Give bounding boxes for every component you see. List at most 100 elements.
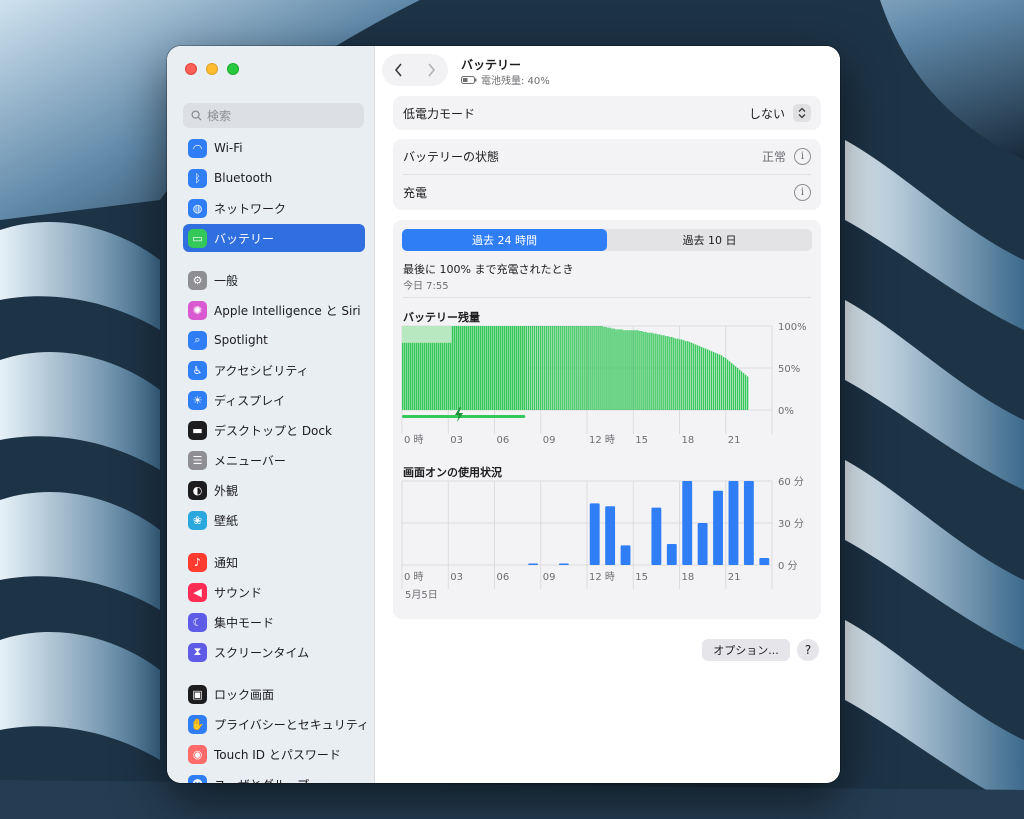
- sidebar-item-appearance[interactable]: ◐ 外観: [183, 476, 365, 504]
- battery-bar: [537, 326, 539, 410]
- appearance-icon: ◐: [188, 480, 207, 500]
- section-divider: [403, 297, 811, 298]
- battery-bar: [623, 330, 625, 410]
- x-tick-label: 09: [543, 435, 556, 446]
- last-charged-label: 最後に 100% まで充電されたとき: [403, 263, 574, 276]
- y-tick-label: 0%: [778, 406, 794, 417]
- sidebar-item-label: ロック画面: [214, 687, 275, 702]
- sidebar-item-label: Apple Intelligence と Siri: [214, 303, 361, 318]
- date-label: 5月5日: [405, 589, 438, 601]
- battery-bar: [505, 326, 508, 410]
- search-field[interactable]: 検索: [183, 103, 364, 128]
- low-power-value: しない: [748, 106, 785, 121]
- tab-last-10-days[interactable]: 過去 10 日: [607, 229, 812, 251]
- sidebar-item-globe[interactable]: ◍ ネットワーク: [183, 194, 365, 222]
- screen-usage-bar: [697, 523, 708, 565]
- battery-bar: [499, 326, 502, 410]
- sidebar-item-battery[interactable]: ▭ バッテリー: [183, 224, 365, 252]
- battery-bar: [621, 329, 623, 410]
- options-button[interactable]: オプション...: [702, 639, 790, 661]
- x-tick-label: 12 時: [589, 571, 615, 583]
- sidebar-item-accessibility[interactable]: ♿ アクセシビリティ: [183, 356, 365, 384]
- screen-on-usage-chart: 0 時 03 06 09 12 時 15 18 21 60 分 30 分 0 分 5月5日: [401, 476, 804, 601]
- back-button[interactable]: [382, 54, 415, 86]
- battery-bar: [724, 357, 727, 410]
- sidebar-item-speaker[interactable]: ◀ サウンド: [183, 578, 365, 606]
- battery-bar: [483, 326, 486, 410]
- sidebar-item-hand[interactable]: ✋ プライバシーとセキュリティ: [183, 710, 369, 738]
- sidebar-item-bluetooth[interactable]: ᛒ Bluetooth: [183, 164, 365, 192]
- x-tick-label: 15: [635, 572, 648, 583]
- battery-bar: [714, 352, 717, 410]
- sidebar-item-bell[interactable]: ♪ 通知: [183, 548, 365, 576]
- battery-bar: [531, 326, 533, 410]
- zoom-window-button[interactable]: [227, 63, 239, 75]
- battery-bar: [553, 326, 555, 410]
- battery-bar: [665, 336, 667, 410]
- battery-bar: [689, 341, 691, 410]
- forward-button[interactable]: [415, 54, 448, 86]
- battery-bar: [479, 326, 482, 410]
- siri-icon: ✺: [188, 300, 207, 320]
- battery-bar: [709, 350, 711, 410]
- battery-bar: [533, 326, 535, 410]
- charging-label: 充電: [403, 185, 428, 200]
- sidebar-item-dock[interactable]: ▬ デスクトップと Dock: [183, 416, 365, 444]
- y-tick-label: 60 分: [778, 476, 804, 488]
- bluetooth-icon: ᛒ: [188, 168, 207, 188]
- battery-bar: [493, 326, 496, 410]
- sidebar-item-lock[interactable]: ▣ ロック画面: [183, 680, 365, 708]
- battery-bar: [485, 326, 488, 410]
- battery-bar: [407, 342, 410, 410]
- x-tick-label: 09: [543, 572, 556, 583]
- x-tick-label: 21: [728, 572, 741, 583]
- battery-bar: [659, 334, 661, 410]
- battery-bar: [567, 326, 569, 410]
- battery-bar: [527, 326, 529, 410]
- sidebar-item-label: メニューバー: [214, 453, 286, 468]
- sidebar-item-sun[interactable]: ☀ ディスプレイ: [183, 386, 365, 414]
- battery-bar: [728, 361, 731, 410]
- sidebar-item-wifi[interactable]: ◠ Wi-Fi: [183, 134, 365, 162]
- sidebar-item-hourglass[interactable]: ⧗ スクリーンタイム: [183, 638, 365, 666]
- battery-bar: [403, 342, 406, 410]
- sidebar-item-wallpaper[interactable]: ❀ 壁紙: [183, 506, 365, 534]
- battery-bar: [677, 338, 679, 410]
- battery-bar: [651, 332, 653, 410]
- battery-bar: [497, 326, 500, 410]
- sidebar-item-magnifier[interactable]: ⌕ Spotlight: [183, 326, 365, 354]
- lock-icon: ▣: [188, 684, 207, 704]
- sidebar-item-label: 壁紙: [214, 513, 239, 528]
- low-power-popup[interactable]: しない: [749, 104, 811, 122]
- screen-usage-bar: [589, 503, 600, 565]
- help-button[interactable]: ?: [797, 639, 819, 661]
- battery-bar: [643, 331, 645, 410]
- sidebar-item-menubar[interactable]: ☰ メニューバー: [183, 446, 365, 474]
- chevron-right-icon: [428, 63, 436, 77]
- minimize-window-button[interactable]: [206, 63, 218, 75]
- battery-bar: [705, 348, 707, 410]
- battery-bar: [691, 342, 693, 410]
- battery-bar: [521, 326, 524, 410]
- battery-bar: [653, 333, 655, 410]
- hand-icon: ✋: [188, 714, 207, 734]
- battery-bar: [437, 342, 440, 410]
- close-window-button[interactable]: [185, 63, 197, 75]
- sidebar-item-users[interactable]: ☻ ユーザとグループ: [183, 770, 365, 783]
- sidebar-item-siri[interactable]: ✺ Apple Intelligence と Siri: [183, 296, 365, 324]
- battery-health-info-button[interactable]: i: [794, 147, 811, 165]
- battery-bar: [441, 342, 444, 410]
- sidebar-item-gear[interactable]: ⚙ 一般: [183, 266, 365, 294]
- charging-info-button[interactable]: i: [794, 183, 811, 201]
- battery-bar: [669, 336, 671, 410]
- battery-bar: [417, 342, 420, 410]
- screen-usage-bar: [713, 490, 723, 565]
- battery-bar: [563, 326, 565, 410]
- battery-bar: [565, 326, 567, 410]
- battery-bar: [593, 326, 595, 410]
- sidebar-item-fingerprint[interactable]: ◉ Touch ID とパスワード: [183, 740, 365, 768]
- tab-last-24-hours[interactable]: 過去 24 時間: [402, 229, 607, 251]
- battery-bar: [685, 341, 687, 410]
- sidebar-item-moon[interactable]: ☾ 集中モード: [183, 608, 365, 636]
- usage-card: 過去 24 時間 過去 10 日 最後に 100% まで充電されたとき 今日 7…: [393, 220, 821, 619]
